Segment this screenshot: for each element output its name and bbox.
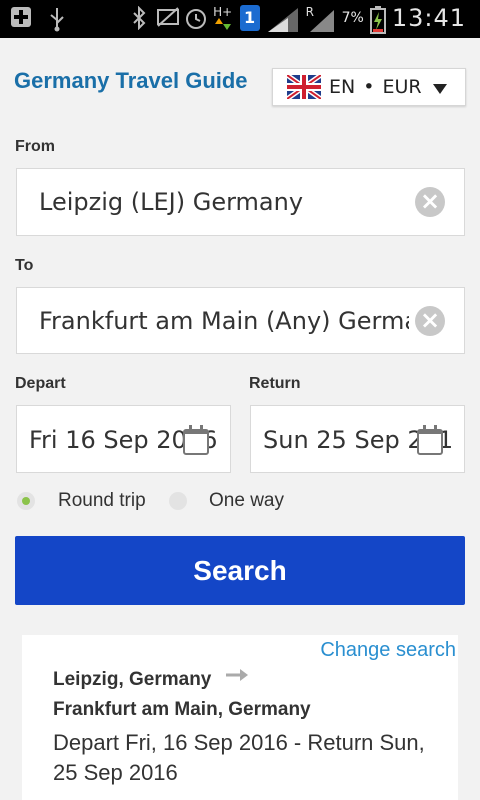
signal-icon [266, 6, 300, 32]
calendar-icon [183, 425, 209, 455]
return-label: Return [249, 375, 301, 392]
usb-icon [46, 6, 68, 32]
mute-icon [156, 6, 179, 30]
clear-from-button[interactable]: × [415, 187, 445, 217]
calendar-icon [417, 425, 443, 455]
from-field[interactable]: Leipzig (LEJ) Germany × [16, 168, 465, 236]
return-date-field[interactable]: Sun 25 Sep 2016 [250, 405, 465, 473]
battery-charging-icon [369, 6, 386, 34]
add-icon [10, 6, 32, 30]
network-type-label: H+ [213, 5, 233, 19]
locale-text: EN • EUR [329, 76, 422, 98]
search-summary-card: Change search Leipzig, Germany Frankfurt… [22, 635, 458, 800]
bluetooth-icon [128, 5, 150, 31]
to-value: Frankfurt am Main (Any) Germany [39, 307, 409, 335]
locale-currency-selector[interactable]: EN • EUR [272, 68, 466, 106]
sim-icon: 1 [239, 5, 260, 31]
page-title: Germany Travel Guide [14, 68, 248, 93]
signal-roaming-icon: R [306, 5, 336, 32]
search-button[interactable]: Search [15, 536, 465, 605]
close-icon: × [419, 306, 441, 334]
chevron-down-icon [433, 84, 447, 94]
currency-code: EUR [382, 76, 422, 98]
clear-to-button[interactable]: × [415, 306, 445, 336]
one-way-label[interactable]: One way [209, 490, 284, 512]
from-value: Leipzig (LEJ) Germany [39, 188, 304, 216]
status-bar: H+ 1 R 7% 13:41 [0, 0, 480, 38]
one-way-radio[interactable] [169, 492, 187, 510]
to-label: To [15, 257, 34, 274]
alarm-icon [184, 6, 206, 30]
battery-percent: 7% [341, 10, 364, 26]
uk-flag-icon [287, 75, 321, 99]
language-code: EN [329, 76, 356, 98]
clock: 13:41 [391, 4, 466, 32]
close-icon: × [419, 187, 441, 215]
from-label: From [15, 138, 55, 155]
to-field[interactable]: Frankfurt am Main (Any) Germany × [16, 287, 465, 354]
depart-date-field[interactable]: Fri 16 Sep 2016 [16, 405, 231, 473]
arrow-right-icon [226, 669, 248, 681]
destination-text: Frankfurt am Main, Germany [53, 699, 311, 720]
depart-label: Depart [15, 375, 66, 392]
locale-separator: • [363, 76, 375, 98]
change-search-link[interactable]: Change search [320, 639, 456, 662]
round-trip-label[interactable]: Round trip [58, 490, 146, 512]
trip-dates-text: Depart Fri, 16 Sep 2016 - Return Sun, 25… [53, 730, 425, 785]
roaming-label: R [305, 5, 314, 19]
origin-text: Leipzig, Germany [53, 669, 212, 690]
data-arrows-icon: H+ [212, 6, 234, 30]
round-trip-radio[interactable] [17, 492, 35, 510]
